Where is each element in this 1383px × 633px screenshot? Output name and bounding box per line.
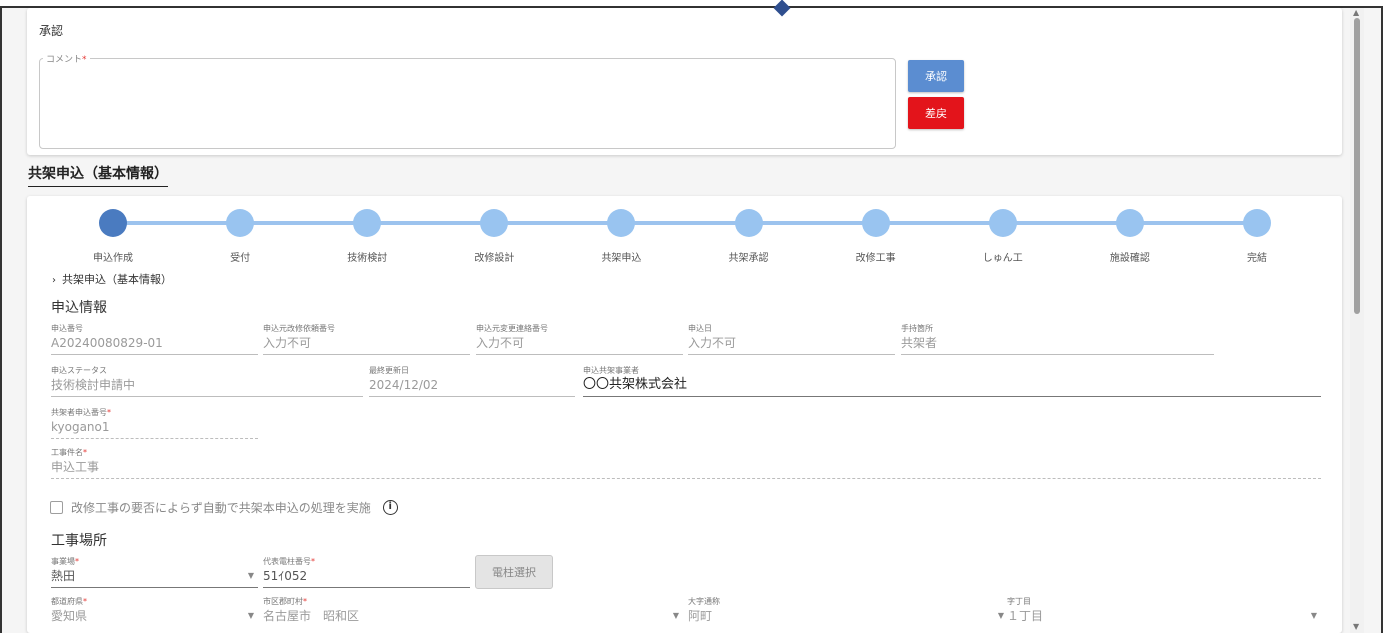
auto-process-checkbox-row: 改修工事の要否によらず自動で共架本申込の処理を実施 i — [50, 499, 398, 516]
step-label-1: 申込作成 — [93, 253, 133, 264]
step-dot-10[interactable] — [1243, 209, 1271, 237]
stepper-track — [113, 221, 1257, 225]
approval-card: 承認 コメント* 承認 差戻 — [27, 8, 1342, 155]
change-request-no-field: 申込元変更連絡番号 入力不可 — [476, 323, 683, 355]
step-label-3: 技術検討 — [347, 253, 388, 264]
scrollbar-thumb[interactable] — [1354, 18, 1360, 314]
step-label-8: しゅん工 — [982, 253, 1023, 264]
step-label-6: 共架承認 — [728, 253, 769, 264]
step-label-5: 共架申込 — [601, 253, 642, 264]
step-dot-4[interactable] — [480, 209, 509, 237]
approval-title: 承認 — [39, 24, 64, 38]
applicant-field: 申込共架事業者 〇〇共架株式会社 — [583, 365, 1321, 397]
chome-select[interactable]: 字丁目 １丁目 ▼ — [1007, 596, 1321, 625]
dropdown-arrow-icon: ▼ — [1310, 611, 1317, 620]
step-dot-2[interactable] — [226, 209, 255, 237]
step-label-2: 受付 — [230, 253, 251, 264]
step-label-4: 改修設計 — [474, 253, 515, 264]
dropdown-arrow-icon: ▼ — [997, 611, 1004, 620]
comment-textarea[interactable] — [39, 58, 896, 149]
step-dot-7[interactable] — [861, 209, 890, 237]
step-label-7: 改修工事 — [855, 253, 896, 264]
office-select[interactable]: 事業場* 熱田 ▼ — [51, 556, 258, 588]
info-icon[interactable]: i — [382, 500, 398, 515]
last-updated-field: 最終更新日 2024/12/02 — [369, 365, 575, 397]
reject-button[interactable]: 差戻 — [908, 97, 964, 129]
scroll-down-icon[interactable]: ▼ — [1353, 622, 1359, 631]
work-location-title: 工事場所 — [51, 533, 107, 549]
breadcrumb[interactable]: › 共架申込（基本情報） — [52, 271, 172, 287]
repair-request-no-field: 申込元改修依頼番号 入力不可 — [263, 323, 470, 355]
scroll-up-icon[interactable]: ▲ — [1353, 8, 1359, 17]
dropdown-arrow-icon: ▼ — [672, 611, 679, 620]
district-select[interactable]: 大字通称 阿町 ▼ — [688, 596, 1008, 625]
step-dot-5[interactable] — [607, 209, 636, 237]
prefecture-select[interactable]: 都道府県* 愛知県 ▼ — [51, 596, 258, 625]
step-label-9: 施設確認 — [1109, 253, 1150, 264]
section-heading: 共架申込（基本情報） — [28, 163, 168, 187]
status-field: 申込ステータス 技術検討申請中 — [51, 365, 363, 397]
applicant-no-field[interactable]: 共架者申込番号* kyogano1 — [51, 407, 258, 439]
step-dot-3[interactable] — [353, 209, 382, 237]
pole-select-button[interactable]: 電柱選択 — [475, 555, 553, 589]
comment-label: コメント* — [43, 52, 90, 65]
project-name-field[interactable]: 工事件名* 申込工事 — [51, 447, 1321, 479]
auto-process-label: 改修工事の要否によらず自動で共架本申込の処理を実施 — [71, 501, 371, 515]
step-dot-6[interactable] — [734, 209, 763, 237]
application-date-field: 申込日 入力不可 — [688, 323, 895, 355]
approve-button[interactable]: 承認 — [908, 60, 964, 92]
step-label-10: 完結 — [1247, 253, 1267, 264]
pole-no-field[interactable]: 代表電柱番号* 51ｲ052 — [263, 556, 470, 588]
step-dot-1[interactable] — [99, 209, 127, 237]
step-dot-8[interactable] — [988, 209, 1017, 237]
auto-process-checkbox[interactable] — [50, 501, 63, 514]
dropdown-arrow-icon: ▼ — [247, 611, 254, 620]
application-info-title: 申込情報 — [51, 300, 107, 316]
application-no-field: 申込番号 A20240080829-01 — [51, 323, 258, 355]
city-select[interactable]: 市区郡町村* 名古屋市 昭和区 ▼ — [263, 596, 683, 625]
step-dot-9[interactable] — [1115, 209, 1144, 237]
application-card: 申込作成 受付 技術検討 改修設計 共架申込 共架承認 改修工事 しゅん工 施設確認 完結 › 共架… — [27, 196, 1342, 633]
dropdown-arrow-icon: ▼ — [247, 571, 254, 580]
chevron-right-icon: › — [52, 275, 56, 286]
scrollbar[interactable]: ▲ ▼ — [1350, 8, 1364, 633]
handler-field: 手持箇所 共架者 — [901, 323, 1214, 355]
